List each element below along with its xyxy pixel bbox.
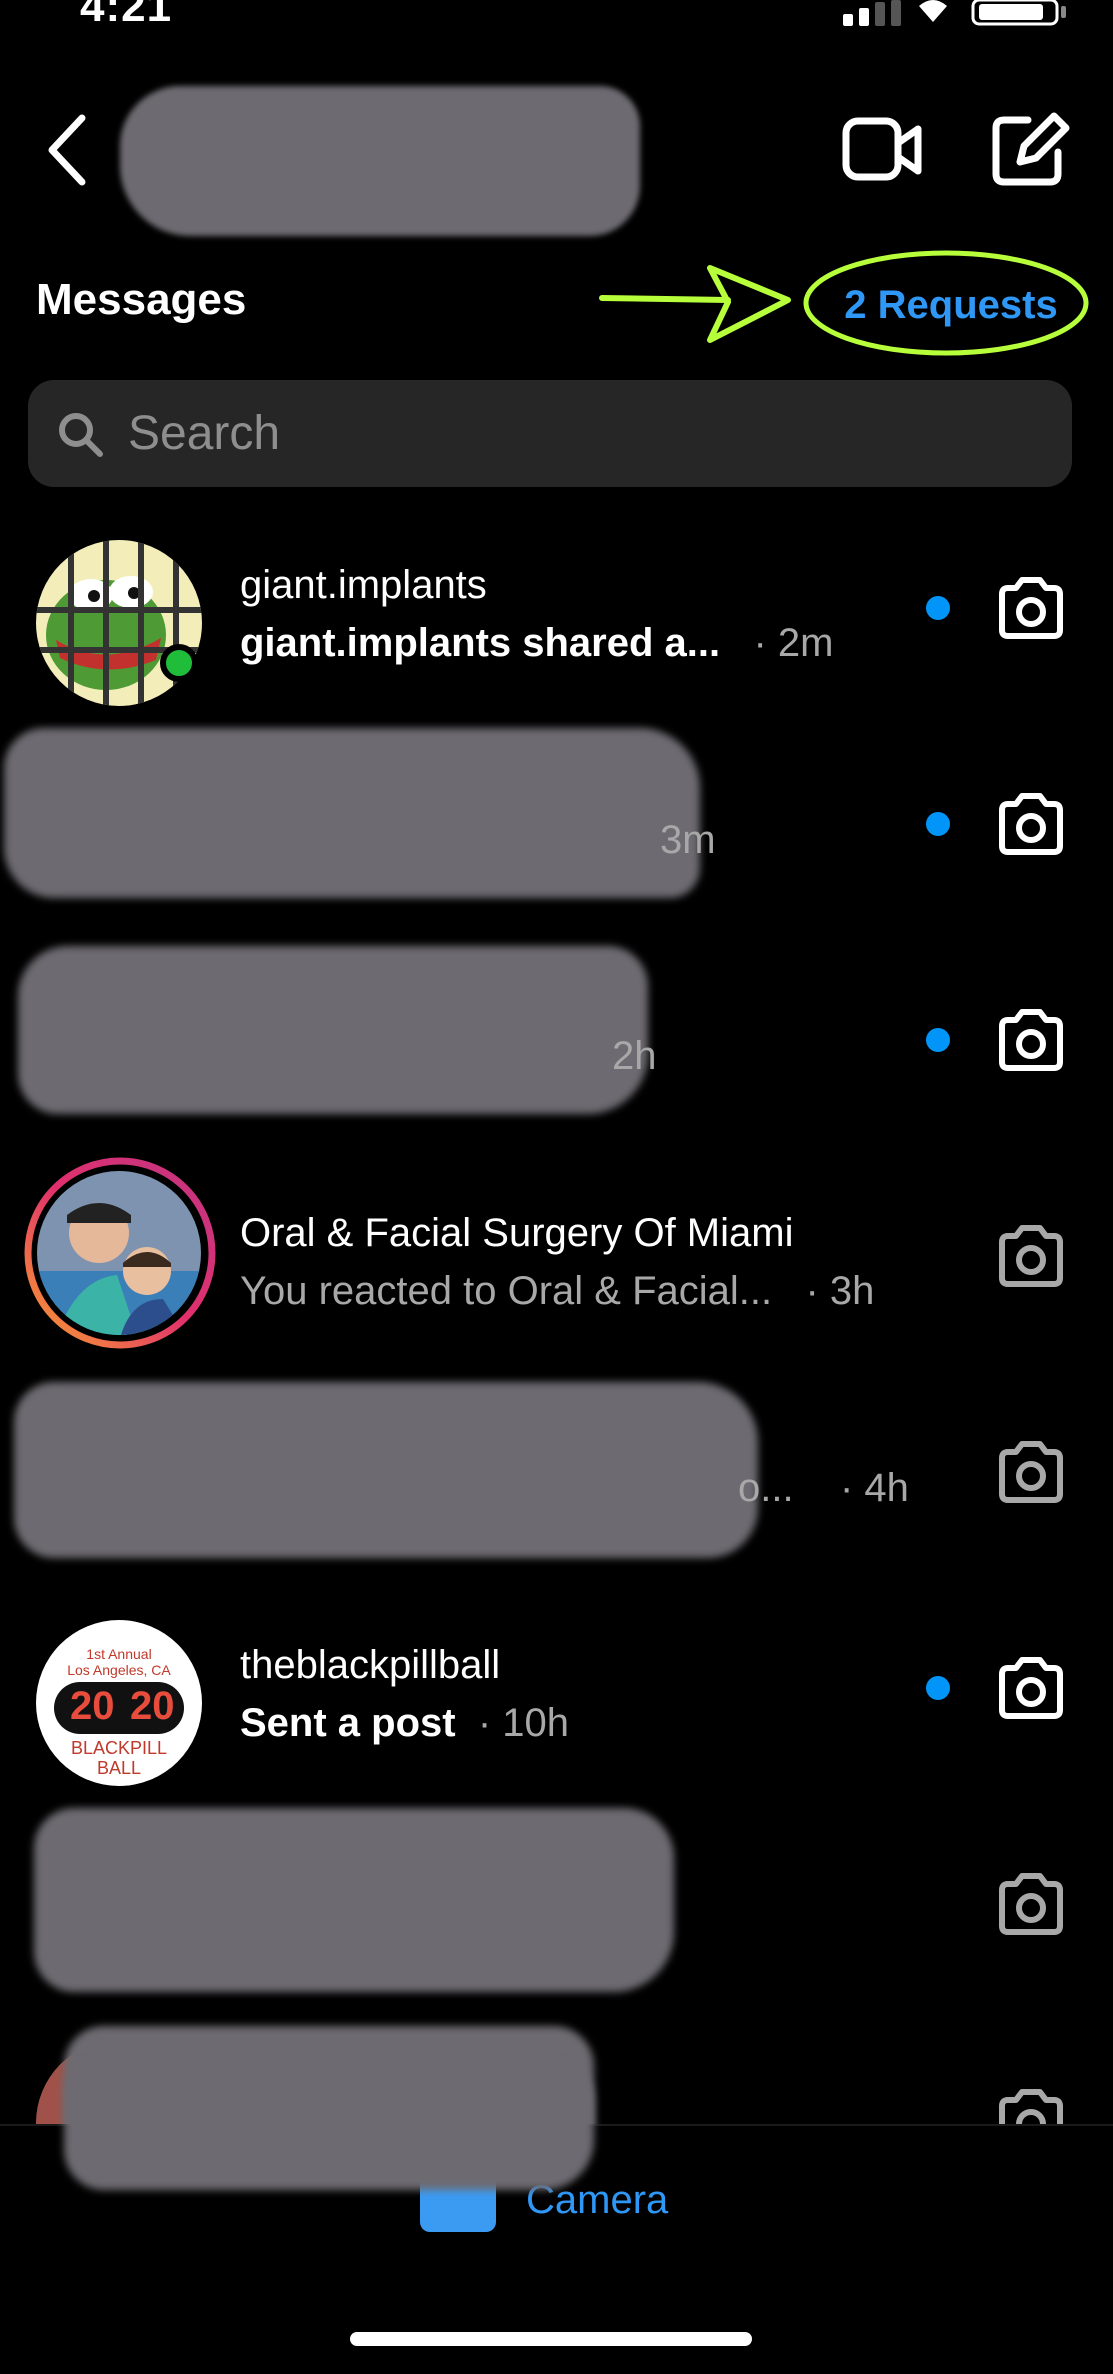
redacted-content <box>14 1382 758 1558</box>
thread-row[interactable] <box>0 1800 1113 2016</box>
thread-preview: You reacted to Oral & Facial... · 3h <box>240 1262 920 1320</box>
avatar: 1st Annual Los Angeles, CA 20 20 BLACKPI… <box>36 1620 202 1786</box>
thread-name: Oral & Facial Surgery Of Miami <box>240 1211 794 1255</box>
status-icons <box>843 0 1066 26</box>
camera-icon[interactable] <box>996 2088 1066 2124</box>
avatar-line-3: BLACKPILL <box>70 1738 168 1758</box>
redacted-account-name[interactable] <box>120 86 640 236</box>
search-icon <box>59 412 103 457</box>
thread-row[interactable]: Oral & Facial Surgery Of Miami You react… <box>0 1152 1113 1368</box>
avatar-line-4: BALL <box>96 1758 142 1778</box>
thread-name: giant.implants <box>240 563 487 607</box>
wifi-icon <box>919 0 947 22</box>
preview-text: o... <box>738 1466 794 1510</box>
thread-time: 3m <box>660 818 716 862</box>
unread-dot <box>926 812 950 836</box>
thread-name: theblackpillball <box>240 1643 501 1687</box>
redacted-content <box>34 1808 674 1992</box>
online-indicator <box>160 644 198 682</box>
video-call-icon[interactable] <box>842 115 922 185</box>
avatar <box>37 1171 201 1335</box>
thread-row[interactable]: 1st Annual Los Angeles, CA 20 20 BLACKPI… <box>0 1584 1113 1800</box>
camera-icon[interactable] <box>996 1008 1066 1072</box>
cellular-signal-icon <box>843 0 901 26</box>
redacted-content <box>18 946 648 1114</box>
preview-text: giant.implants shared a... <box>240 621 721 665</box>
thread-preview: giant.implants shared a... · 2m <box>240 614 920 672</box>
search-bar[interactable] <box>28 380 1072 487</box>
camera-icon[interactable] <box>996 792 1066 856</box>
redacted-content <box>64 2060 594 2190</box>
thread-time: · 3h <box>805 1269 875 1313</box>
annotation-arrow <box>599 265 791 343</box>
avatar-year-right: 20 <box>130 1684 175 1728</box>
status-time: 4:21 <box>80 0 173 31</box>
thread-row[interactable]: 2h <box>0 936 1113 1152</box>
thread-time: 2h <box>612 1034 657 1078</box>
camera-icon[interactable] <box>996 1224 1066 1288</box>
thread-time: · 4h <box>840 1466 909 1510</box>
search-input[interactable] <box>126 405 1030 462</box>
camera-icon[interactable] <box>996 1656 1066 1720</box>
battery-icon <box>971 0 1066 26</box>
preview-text: Sent a post <box>240 1701 456 1745</box>
camera-icon[interactable] <box>996 1440 1066 1504</box>
preview-text: You reacted to Oral & Facial... <box>240 1269 773 1313</box>
avatar-line-2: Los Angeles, CA <box>67 1662 171 1678</box>
compose-icon[interactable] <box>990 112 1070 188</box>
thread-row[interactable]: o... · 4h <box>0 1368 1113 1584</box>
avatar-line-1: 1st Annual <box>86 1646 152 1662</box>
camera-icon[interactable] <box>996 576 1066 640</box>
thread-row[interactable]: 3m <box>0 720 1113 936</box>
home-indicator <box>350 2332 752 2346</box>
messages-title: Messages <box>36 275 247 324</box>
avatar-year-left: 20 <box>70 1684 115 1728</box>
thread-preview: Sent a post · 10h <box>240 1694 920 1752</box>
unread-dot <box>926 1028 950 1052</box>
redacted-content <box>4 728 700 898</box>
camera-icon[interactable] <box>996 1872 1066 1936</box>
thread-row[interactable]: giant.implants giant.implants shared a..… <box>0 504 1113 720</box>
unread-dot <box>926 596 950 620</box>
back-button[interactable] <box>40 110 100 190</box>
unread-dot <box>926 1676 950 1700</box>
thread-time: · 10h <box>477 1701 570 1745</box>
requests-link[interactable]: 2 Requests <box>808 255 1094 355</box>
thread-time: · 2m <box>753 621 834 665</box>
